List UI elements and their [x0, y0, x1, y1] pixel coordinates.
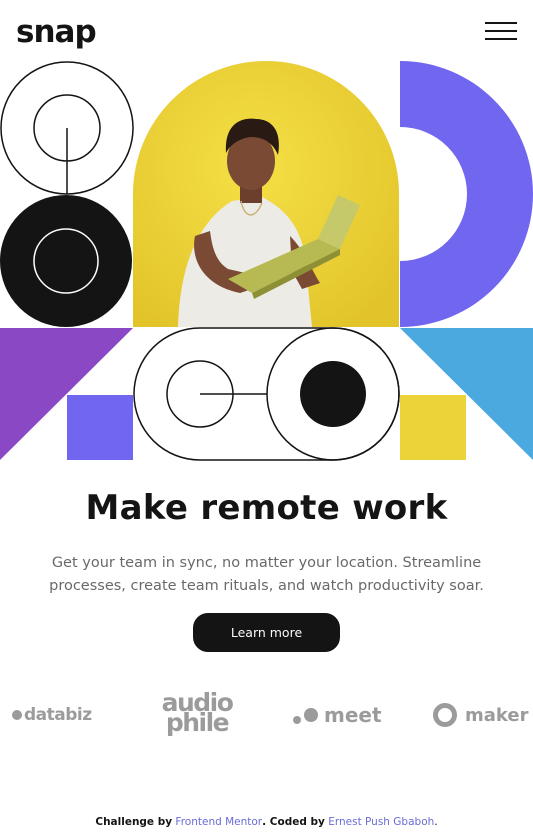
- databiz-logo: databiz: [12, 690, 92, 740]
- black-circle-shape: [0, 195, 132, 327]
- hamburger-menu-icon[interactable]: [485, 20, 517, 40]
- databiz-dot-icon: [12, 710, 22, 720]
- hero-graphic: [0, 61, 533, 461]
- meet-dot-icon: [293, 716, 301, 724]
- client-logos: databiz audio phile meet maker: [0, 690, 533, 740]
- author-link[interactable]: Ernest Push Gbaboh: [328, 816, 434, 828]
- attribution: Challenge by Frontend Mentor. Coded by E…: [0, 816, 533, 828]
- frontend-mentor-link[interactable]: Frontend Mentor: [175, 816, 262, 828]
- menu-bar: [485, 22, 517, 24]
- meet-dot-icon: [304, 708, 318, 722]
- hero-description: Get your team in sync, no matter your lo…: [49, 555, 484, 594]
- ring-with-stem-shape: [0, 61, 134, 195]
- capsule-shape: [133, 327, 400, 461]
- coded-prefix: . Coded by: [262, 816, 325, 828]
- menu-bar: [485, 38, 517, 40]
- learn-more-button[interactable]: Learn more: [193, 613, 340, 652]
- violet-triangle-shape: [0, 328, 133, 460]
- challenge-prefix: Challenge by: [95, 816, 173, 828]
- purple-half-ring-shape: [400, 61, 533, 327]
- hero-illustration: [0, 61, 533, 461]
- maker-logo: maker: [433, 690, 528, 740]
- logo[interactable]: snap: [16, 14, 97, 50]
- person-photo: [133, 61, 399, 327]
- blue-triangle-shape: [400, 328, 533, 460]
- meet-logo: meet: [293, 690, 382, 740]
- audiophile-logo: audio phile: [152, 690, 242, 740]
- header: snap: [0, 0, 533, 60]
- maker-label: maker: [465, 704, 529, 726]
- menu-bar: [485, 30, 517, 32]
- attribution-suffix: .: [434, 816, 438, 828]
- maker-circle-icon: [433, 703, 457, 727]
- meet-label: meet: [324, 703, 382, 727]
- page-title: Make remote work: [85, 488, 448, 528]
- databiz-label: databiz: [24, 705, 92, 725]
